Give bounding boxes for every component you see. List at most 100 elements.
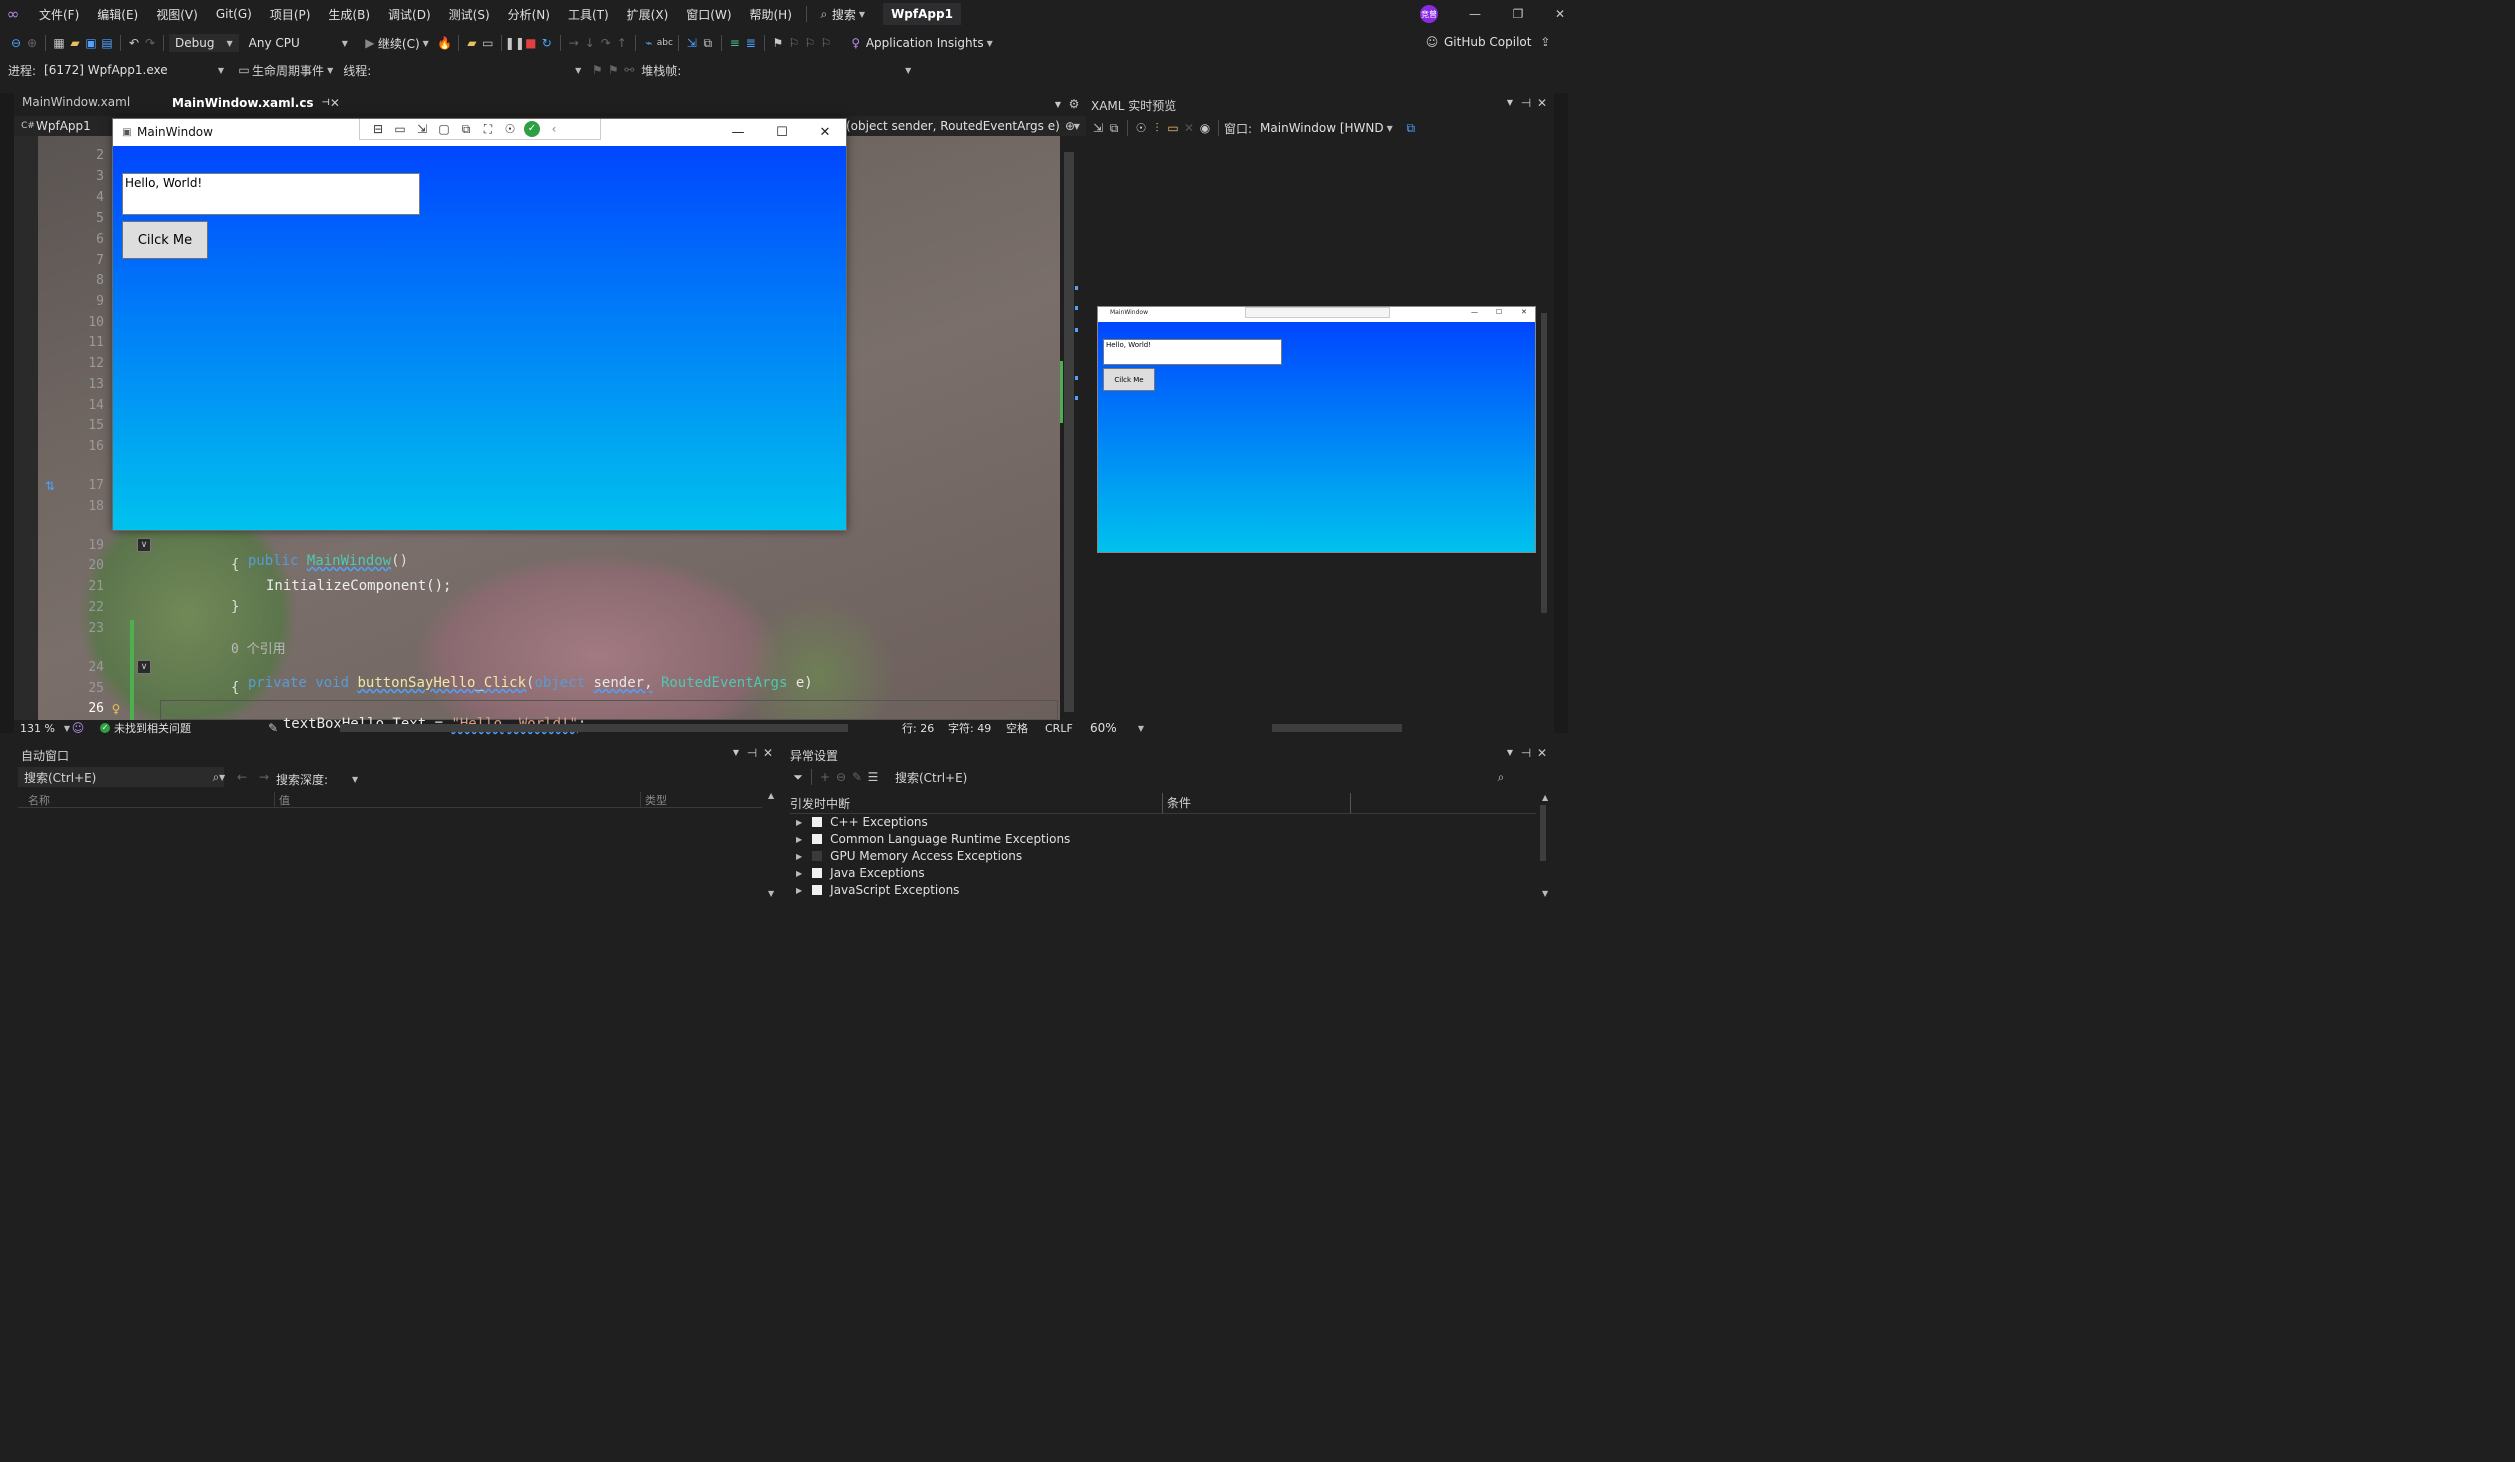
configuration-dropdown[interactable]: Debug ▼ xyxy=(169,34,239,52)
forward-icon[interactable]: ⊕ xyxy=(24,35,40,51)
restore-icon[interactable]: ❐ xyxy=(1510,6,1526,22)
flag-icon[interactable]: ⚑ xyxy=(589,62,605,78)
zoom-dropdown[interactable]: 131 % ▼ xyxy=(20,722,70,735)
restart-icon[interactable]: ↻ xyxy=(539,35,555,51)
save-icon[interactable]: ▣ xyxy=(83,35,99,51)
scrollbar-thumb[interactable] xyxy=(1064,152,1074,712)
visual-studio-logo-icon[interactable]: ∞ xyxy=(2,6,24,22)
process-dropdown[interactable]: [6172] WpfApp1.exe ▼ xyxy=(44,63,224,77)
menu-debug[interactable]: 调试(D) xyxy=(379,6,440,23)
char-indicator[interactable]: 字符: 49 xyxy=(948,720,991,736)
pin-icon[interactable]: ⊣ xyxy=(1518,745,1534,761)
back-icon[interactable]: ← xyxy=(234,769,250,785)
new-project-icon[interactable]: ▦ xyxy=(51,35,67,51)
outdent-icon[interactable]: ≣ xyxy=(743,35,759,51)
editor-vertical-scrollbar[interactable] xyxy=(1060,136,1078,720)
close-tab-icon[interactable]: ✕ xyxy=(330,95,340,111)
column-name[interactable]: 名称 xyxy=(28,792,50,808)
exception-row[interactable]: ▶ Java Exceptions xyxy=(796,866,925,880)
autos-search-input[interactable]: 搜索(Ctrl+E) ⌕ xyxy=(18,767,224,787)
menu-extensions[interactable]: 扩展(X) xyxy=(618,6,678,23)
wpf-main-window[interactable]: ▣ MainWindow ⊟ ▭ ⇲ ▢ ⧉ ⛶ ☉ ✓ ‹ — ☐ ✕ Hel… xyxy=(112,118,847,531)
checkbox[interactable] xyxy=(812,885,823,895)
expand-icon[interactable]: ▶ xyxy=(796,886,802,895)
tab-mainwindow-xaml[interactable]: MainWindow.xaml xyxy=(14,93,164,113)
accessibility-icon[interactable]: ☉ xyxy=(502,121,518,137)
indent-icon[interactable]: ≡ xyxy=(727,35,743,51)
select-element-icon[interactable]: ⇲ xyxy=(1090,120,1106,136)
wpf-close-button[interactable]: ✕ xyxy=(803,119,847,146)
browse-folder-icon[interactable]: ▰ xyxy=(464,35,480,51)
issues-indicator[interactable]: ✓ 未找到相关问题 xyxy=(100,720,191,736)
select-element-icon[interactable]: ⇲ xyxy=(414,121,430,137)
scrollbar-thumb[interactable] xyxy=(1540,805,1546,861)
lifecycle-events-button[interactable]: ▭ 生命周期事件 ▼ xyxy=(236,62,333,79)
scrollbar-thumb[interactable] xyxy=(340,724,848,732)
edit-icon[interactable]: ✎ xyxy=(849,769,865,785)
filter-icon[interactable]: ⏷ xyxy=(790,769,806,785)
track-focus-icon[interactable]: ⧉ xyxy=(700,35,716,51)
xaml-binding-icon[interactable]: ⧉ xyxy=(1106,120,1122,136)
split-editor-icon[interactable]: ⊕ xyxy=(1062,118,1078,134)
expand-icon[interactable]: ▶ xyxy=(796,835,802,844)
wpf-minimize-button[interactable]: — xyxy=(716,119,760,146)
diagnostics-icon[interactable]: ⌁ xyxy=(641,35,657,51)
remove-icon[interactable]: ⊖ xyxy=(833,769,849,785)
preview-vertical-scrollbar[interactable] xyxy=(1540,153,1548,713)
preview-window[interactable]: MainWindow — ☐ ✕ Hello, World! Cilck Me xyxy=(1097,306,1536,553)
code-cleanup-icon[interactable]: ✎ xyxy=(265,720,281,736)
bookmark-icon[interactable]: ⚑ xyxy=(770,35,786,51)
search-box[interactable]: ⌕ 搜索 ▼ xyxy=(816,6,866,23)
close-panel-icon[interactable]: ✕ xyxy=(760,745,776,761)
settings-gear-icon[interactable]: ⚙ xyxy=(1066,96,1082,112)
exception-row[interactable]: ▶ Common Language Runtime Exceptions xyxy=(796,832,1070,846)
exception-row[interactable]: ▶ C++ Exceptions xyxy=(796,815,928,829)
close-panel-icon[interactable]: ✕ xyxy=(1534,745,1550,761)
step-out-icon[interactable]: ↑ xyxy=(614,35,630,51)
collapse-toggle-icon[interactable]: ∨ xyxy=(137,538,151,552)
eye-icon[interactable]: ◉ xyxy=(1197,120,1213,136)
line-indicator[interactable]: 行: 26 xyxy=(902,720,934,736)
code-lens-references[interactable]: 0 个引用 xyxy=(231,638,286,657)
exception-vertical-scrollbar[interactable]: ▲ ▼ xyxy=(1538,793,1548,903)
continue-button[interactable]: ▶ 继续(C) ▼ xyxy=(362,35,429,52)
window-selector-dropdown[interactable]: MainWindow [HWND ▼ xyxy=(1260,121,1393,135)
chevron-down-icon[interactable]: ▼ xyxy=(219,773,225,782)
expand-icon[interactable]: ▶ xyxy=(796,818,802,827)
save-all-icon[interactable]: ▤ xyxy=(99,35,115,51)
step-into-icon[interactable]: ↓ xyxy=(582,35,598,51)
project-dropdown[interactable]: C# WpfApp1 xyxy=(20,118,91,134)
clear-bookmarks-icon[interactable]: ⚐ xyxy=(818,35,834,51)
autos-vertical-scrollbar[interactable]: ▲ ▼ xyxy=(764,791,774,903)
collapse-toggle-icon[interactable]: ∨ xyxy=(137,660,151,674)
scroll-up-icon[interactable]: ▲ xyxy=(1542,793,1548,802)
column-type[interactable]: 类型 xyxy=(640,792,667,808)
column-break-when-thrown[interactable]: 引发时中断 xyxy=(790,795,850,812)
editor-horizontal-scrollbar[interactable] xyxy=(330,724,870,732)
panel-menu-icon[interactable]: ▼ xyxy=(728,745,744,761)
search-depth-dropdown[interactable]: 搜索深度: ▼ xyxy=(276,771,358,788)
tab-mainwindow-xaml-cs[interactable]: MainWindow.xaml.cs ⊣ ✕ xyxy=(164,93,340,113)
share-icon[interactable]: ⇪ xyxy=(1537,34,1553,50)
pop-out-icon[interactable]: ⧉ xyxy=(1403,120,1419,136)
spell-check-icon[interactable]: abc xyxy=(657,35,673,51)
menu-view[interactable]: 视图(V) xyxy=(147,6,207,23)
hello-textbox[interactable]: Hello, World! xyxy=(122,173,420,215)
pause-icon[interactable]: ❚❚ xyxy=(505,35,525,51)
scroll-down-icon[interactable]: ▼ xyxy=(768,889,774,898)
menu-help[interactable]: 帮助(H) xyxy=(741,6,801,23)
pin-icon[interactable]: ⊣ xyxy=(744,745,760,761)
pin-icon[interactable]: ⊣ xyxy=(322,95,330,111)
menu-test[interactable]: 测试(S) xyxy=(440,6,499,23)
exception-row[interactable]: ▶ GPU Memory Access Exceptions xyxy=(796,849,1022,863)
tab-overflow-icon[interactable]: ▼ xyxy=(1050,97,1066,113)
binding-ok-icon[interactable]: ✓ xyxy=(524,121,540,137)
forward-icon[interactable]: → xyxy=(256,769,272,785)
close-icon[interactable]: ✕ xyxy=(1552,6,1568,22)
panel-menu-icon[interactable]: ▼ xyxy=(1502,745,1518,761)
ruler-horizontal-icon[interactable]: ▭ xyxy=(1165,120,1181,136)
ruler-vertical-icon[interactable]: ⫶ xyxy=(1149,120,1165,136)
scroll-down-icon[interactable]: ▼ xyxy=(1542,889,1548,898)
menu-edit[interactable]: 编辑(E) xyxy=(88,6,147,23)
stop-icon[interactable]: ■ xyxy=(523,35,539,51)
